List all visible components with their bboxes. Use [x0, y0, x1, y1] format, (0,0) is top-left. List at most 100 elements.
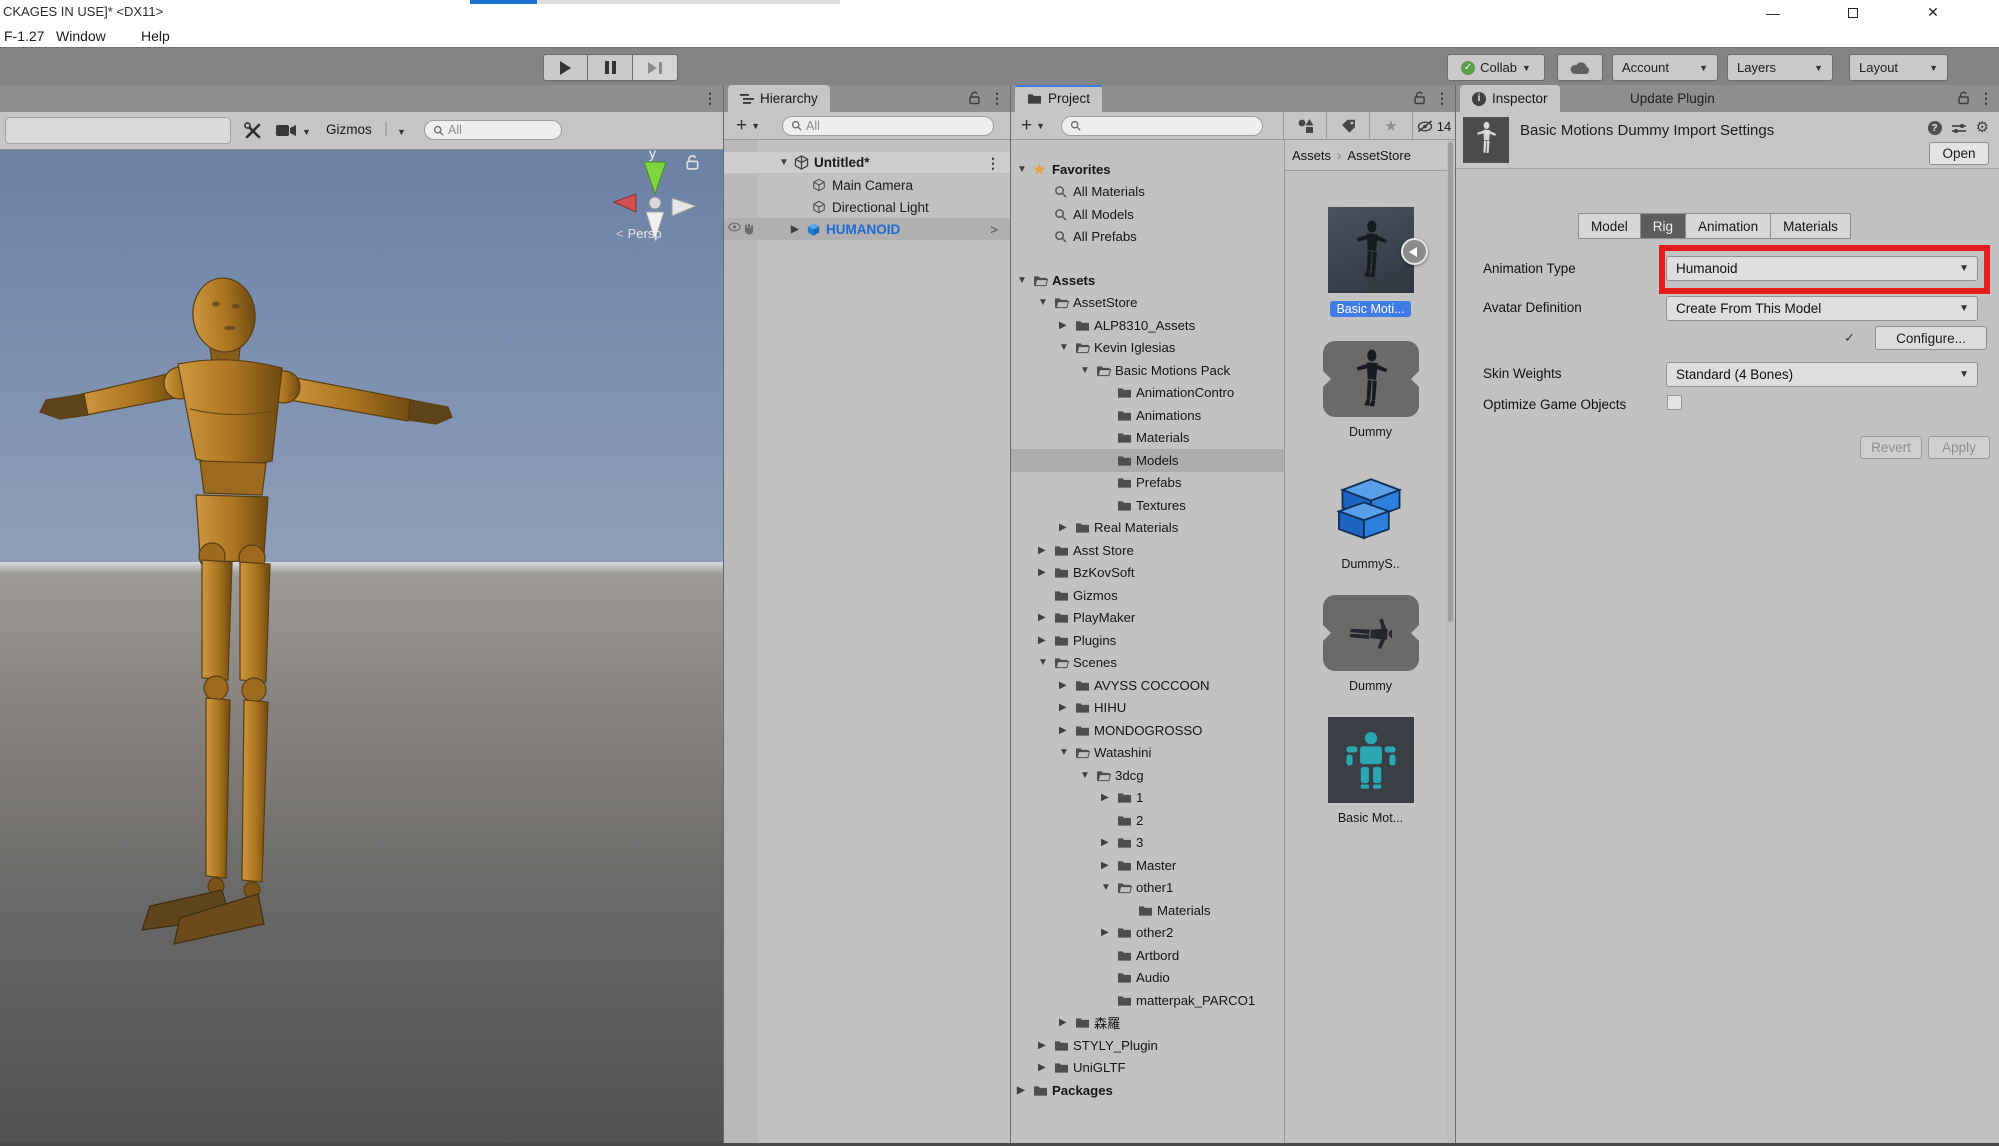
create-button[interactable]: + — [736, 117, 747, 135]
project-tree-item[interactable]: ▶HIHU — [1011, 697, 1284, 720]
project-tree-item[interactable]: ▼Scenes — [1011, 652, 1284, 675]
project-tree-item[interactable]: Models — [1011, 449, 1284, 472]
asset-item[interactable]: DummyS.. — [1325, 463, 1417, 571]
help-icon[interactable]: ? — [1928, 121, 1942, 135]
project-search-input[interactable] — [1061, 116, 1263, 136]
expand-arrow[interactable]: ▼ — [1101, 882, 1117, 893]
menu-item-help[interactable]: Help — [141, 28, 170, 44]
project-tree-item[interactable]: ▶1 — [1011, 787, 1284, 810]
chevron-down-icon[interactable]: ▼ — [302, 127, 311, 137]
asset-item[interactable]: Dummy — [1323, 595, 1419, 693]
project-tree-item[interactable]: ▶STYLY_Plugin — [1011, 1034, 1284, 1057]
hierarchy-item-humanoid[interactable]: ▶ HUMANOID > — [724, 218, 1010, 240]
project-tree-item[interactable]: ▶Packages — [1011, 1079, 1284, 1102]
hierarchy-item-directional-light[interactable]: Directional Light — [724, 196, 1010, 218]
expand-arrow[interactable]: ▼ — [1017, 164, 1033, 175]
lock-icon[interactable] — [968, 91, 981, 105]
tab-project[interactable]: Project — [1015, 85, 1102, 112]
lock-icon[interactable] — [1413, 91, 1426, 105]
layers-button[interactable]: Layers▼ — [1727, 54, 1833, 81]
expand-arrow[interactable]: ▶ — [1038, 635, 1054, 646]
project-tree-item[interactable]: 2 — [1011, 809, 1284, 832]
hierarchy-scene-root[interactable]: ▼ Untitled* ⋮ — [724, 152, 1010, 174]
open-button[interactable]: Open — [1929, 142, 1989, 165]
project-tree-item[interactable]: ▶BzKovSoft — [1011, 562, 1284, 585]
project-tree-item[interactable]: ▼Kevin Iglesias — [1011, 337, 1284, 360]
tab-model[interactable]: Model — [1578, 213, 1641, 239]
revert-button[interactable]: Revert — [1860, 436, 1922, 459]
expand-arrow[interactable]: ▼ — [1080, 365, 1096, 376]
expand-arrow[interactable]: ▼ — [779, 157, 794, 168]
kebab-menu-icon[interactable]: ⋮ — [990, 90, 1004, 106]
gear-icon[interactable]: ⚙ — [1976, 121, 1989, 135]
project-tree-item[interactable]: ▶UniGLTF — [1011, 1057, 1284, 1080]
avatar-definition-dropdown[interactable]: Create From This Model ▼ — [1666, 296, 1978, 321]
minimize-button[interactable]: — — [1748, 0, 1798, 25]
optimize-checkbox[interactable] — [1667, 395, 1682, 410]
configure-button[interactable]: Configure... — [1875, 326, 1987, 350]
tools-icon[interactable] — [243, 121, 263, 141]
project-tree-item[interactable]: ▶Master — [1011, 854, 1284, 877]
project-scrollbar[interactable] — [1447, 140, 1454, 1146]
kebab-menu-icon[interactable]: ⋮ — [1435, 90, 1449, 106]
expand-arrow[interactable]: ▶ — [791, 224, 806, 235]
visibility-eye-icon[interactable] — [728, 222, 741, 232]
project-tree-item[interactable]: ▼Basic Motions Pack — [1011, 359, 1284, 382]
project-tree-item[interactable]: ▼other1 — [1011, 877, 1284, 900]
menu-item-window[interactable]: Window — [56, 28, 106, 44]
lock-icon[interactable] — [1957, 91, 1970, 105]
project-tree-item[interactable]: Materials — [1011, 427, 1284, 450]
expand-arrow[interactable]: ▶ — [1038, 1040, 1054, 1051]
expand-arrow[interactable]: ▼ — [1080, 770, 1096, 781]
maximize-button[interactable] — [1828, 0, 1878, 25]
pause-button[interactable] — [588, 54, 633, 81]
collab-button[interactable]: ✓ Collab ▼ — [1447, 54, 1545, 81]
tab-materials[interactable]: Materials — [1770, 213, 1851, 239]
expand-arrow[interactable]: ▼ — [1017, 275, 1033, 286]
breadcrumb-assetstore[interactable]: AssetStore — [1347, 148, 1411, 163]
chevron-down-icon[interactable]: ▼ — [1036, 121, 1045, 131]
project-tree-item[interactable]: Prefabs — [1011, 472, 1284, 495]
scene-tool-strip[interactable] — [5, 117, 231, 144]
expand-arrow[interactable]: ▶ — [1059, 522, 1075, 533]
expand-arrow[interactable]: ▶ — [1101, 792, 1117, 803]
project-tree-item[interactable]: ▶Real Materials — [1011, 517, 1284, 540]
expand-arrow[interactable]: ▼ — [1038, 297, 1054, 308]
kebab-menu-icon[interactable]: ⋮ — [703, 90, 717, 106]
hierarchy-item-main-camera[interactable]: Main Camera — [724, 174, 1010, 196]
project-tree-item[interactable]: ▶AVYSS COCCOON — [1011, 674, 1284, 697]
expand-arrow[interactable]: ▶ — [1101, 860, 1117, 871]
expand-arrow[interactable]: ▶ — [1059, 702, 1075, 713]
asset-item[interactable]: Dummy — [1323, 341, 1419, 439]
search-by-type-button[interactable] — [1283, 112, 1326, 140]
perspective-label[interactable]: <Persp — [616, 226, 662, 241]
expand-arrow[interactable]: ▼ — [1038, 657, 1054, 668]
search-by-label-button[interactable] — [1326, 112, 1369, 140]
project-tree-item[interactable]: ▶森羅 — [1011, 1012, 1284, 1035]
expand-arrow[interactable]: ▶ — [1038, 567, 1054, 578]
tab-update-plugin[interactable]: Update Plugin — [1618, 85, 1727, 112]
expand-arrow[interactable]: ▼ — [1059, 342, 1075, 353]
project-tree-item[interactable]: ▶other2 — [1011, 922, 1284, 945]
hidden-count-button[interactable]: 14 — [1412, 112, 1455, 140]
project-tree-item[interactable]: ▶PlayMaker — [1011, 607, 1284, 630]
project-tree-item[interactable]: ▶MONDOGROSSO — [1011, 719, 1284, 742]
expand-arrow[interactable]: ▶ — [1038, 1062, 1054, 1073]
project-tree-item[interactable]: All Models — [1011, 203, 1284, 226]
humanoid-model[interactable] — [0, 150, 723, 1146]
expand-arrow[interactable]: ▶ — [1038, 612, 1054, 623]
scene-search-input[interactable]: All — [424, 120, 562, 140]
expand-arrow[interactable]: ▶ — [1059, 320, 1075, 331]
cloud-button[interactable] — [1557, 54, 1603, 81]
project-tree-item[interactable]: Gizmos — [1011, 584, 1284, 607]
apply-button[interactable]: Apply — [1928, 436, 1990, 459]
expand-badge-icon[interactable] — [1401, 238, 1428, 265]
expand-arrow[interactable]: ▼ — [1059, 747, 1075, 758]
hierarchy-search-input[interactable]: All — [782, 116, 994, 136]
kebab-menu-icon[interactable]: ⋮ — [986, 155, 1000, 171]
skin-weights-dropdown[interactable]: Standard (4 Bones) ▼ — [1666, 362, 1978, 387]
gizmos-label[interactable]: Gizmos — [326, 122, 372, 137]
expand-arrow[interactable]: ▶ — [1101, 927, 1117, 938]
chevron-down-icon[interactable]: ▼ — [397, 127, 406, 137]
animation-type-dropdown[interactable]: Humanoid ▼ — [1666, 256, 1978, 281]
